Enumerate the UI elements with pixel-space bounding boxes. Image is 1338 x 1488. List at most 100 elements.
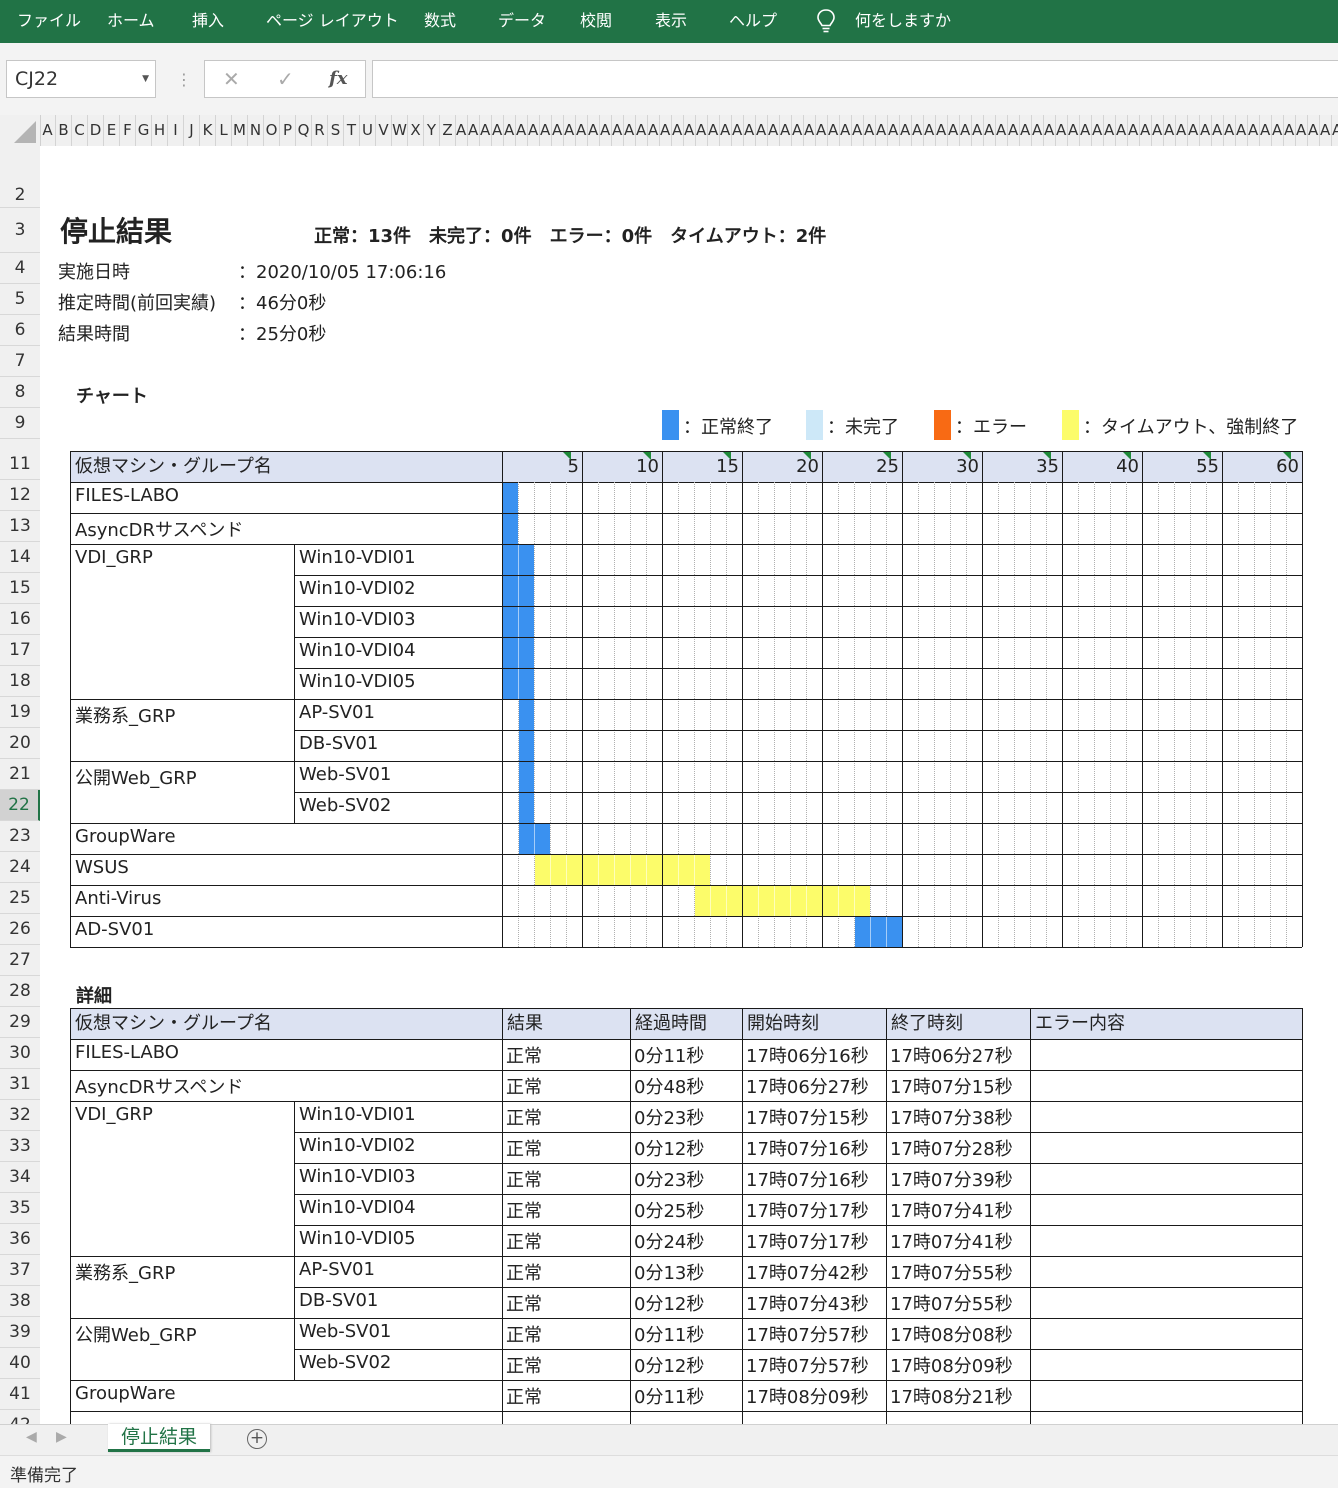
column-header-cell[interactable]: Y [424,115,440,146]
column-header-cell[interactable]: AA [696,115,708,146]
column-header-cell[interactable]: AA [636,115,648,146]
column-header-cell[interactable]: AA [1032,115,1044,146]
row-header-cell[interactable]: 24 [0,852,40,883]
column-header-cell[interactable]: AA [1200,115,1212,146]
row-header-cell[interactable]: 16 [0,604,40,635]
column-header-cell[interactable]: D [88,115,104,146]
row-header-cell[interactable]: 3 [0,208,40,253]
column-header-cell[interactable]: AA [924,115,936,146]
row-header-cell[interactable]: 30 [0,1038,40,1069]
column-header-cell[interactable]: C [72,115,88,146]
column-header-cell[interactable]: AA [1176,115,1188,146]
scroll-left-icon[interactable]: ◀ [26,1429,37,1445]
formula-input[interactable] [372,60,1338,98]
column-header-cell[interactable]: E [104,115,120,146]
row-header-cell[interactable]: 36 [0,1224,40,1255]
column-header-cell[interactable]: AA [648,115,660,146]
column-header-cell[interactable]: AA [1284,115,1296,146]
column-header-cell[interactable]: AA [492,115,504,146]
column-header-cell[interactable]: AA [624,115,636,146]
row-header-cell[interactable]: 20 [0,728,40,759]
column-header-cell[interactable]: AA [612,115,624,146]
row-header-cell[interactable]: 5 [0,284,40,315]
tell-me-search[interactable]: 何をしますか [855,0,951,43]
column-header-cell[interactable]: AA [1320,115,1332,146]
row-header-cell[interactable]: 8 [0,377,40,408]
column-header-cell[interactable]: AA [588,115,600,146]
row-header-cell[interactable]: 38 [0,1286,40,1317]
column-header-cell[interactable]: K [200,115,216,146]
row-header-cell[interactable]: 22 [0,790,40,821]
column-header-cell[interactable]: AA [1104,115,1116,146]
column-header-cell[interactable]: V [376,115,392,146]
column-header-cell[interactable]: O [264,115,280,146]
column-header-cell[interactable]: AA [516,115,528,146]
row-header-cell[interactable]: 15 [0,573,40,604]
column-header-cell[interactable]: AA [1272,115,1284,146]
column-header-cell[interactable]: AA [1236,115,1248,146]
menu-help[interactable]: ヘルプ [729,0,777,43]
column-header-cell[interactable]: Z [440,115,456,146]
column-header-cell[interactable]: R [312,115,328,146]
row-header-cell[interactable]: 25 [0,883,40,914]
column-header-cell[interactable]: AA [792,115,804,146]
worksheet-grid[interactable]: 停止結果 正常：13件 未完了：0件 エラー：0件 タイムアウト：2件 実施日時… [40,146,1338,1424]
column-header-cell[interactable]: AA [804,115,816,146]
column-header-cell[interactable]: AA [948,115,960,146]
row-header-cell[interactable]: 14 [0,542,40,573]
cancel-icon[interactable]: ✕ [223,61,240,97]
column-header-cell[interactable]: AA [732,115,744,146]
menu-insert[interactable]: 挿入 [192,0,224,43]
menu-review[interactable]: 校閲 [580,0,612,43]
column-header-cell[interactable]: AA [1056,115,1068,146]
column-header-cell[interactable]: AA [1128,115,1140,146]
name-box[interactable]: CJ22 ▼ [6,60,156,98]
column-header-cell[interactable]: AA [720,115,732,146]
column-header-cell[interactable]: AA [744,115,756,146]
column-header-cell[interactable]: X [408,115,424,146]
row-header-cell[interactable]: 37 [0,1255,40,1286]
menu-data[interactable]: データ [498,0,546,43]
menu-page-layout[interactable]: ページ レイアウト [266,0,399,43]
column-header-cell[interactable]: AA [1092,115,1104,146]
row-header-cell[interactable]: 28 [0,976,40,1007]
column-header-cell[interactable]: AA [708,115,720,146]
column-header-cell[interactable]: AA [1068,115,1080,146]
column-header-cell[interactable]: AA [1248,115,1260,146]
row-header-cell[interactable]: 18 [0,666,40,697]
column-header-cell[interactable]: I [168,115,184,146]
row-header-cell[interactable]: 31 [0,1069,40,1100]
row-header-cell[interactable]: 35 [0,1193,40,1224]
add-sheet-icon[interactable]: + [247,1429,267,1449]
column-header-cell[interactable]: AA [552,115,564,146]
column-header-cell[interactable]: S [328,115,344,146]
column-header-cell[interactable]: AA [840,115,852,146]
column-header-cell[interactable]: AA [768,115,780,146]
chevron-down-icon[interactable]: ▼ [142,61,149,97]
column-header-cell[interactable]: G [136,115,152,146]
column-header-cell[interactable]: AA [1116,115,1128,146]
enter-icon[interactable]: ✓ [277,61,294,97]
row-header-cell[interactable]: 2 [0,168,40,208]
scroll-right-icon[interactable]: ▶ [56,1429,67,1445]
column-header-cell[interactable]: AA [1080,115,1092,146]
row-header-cell[interactable]: 12 [0,480,40,511]
column-header-cell[interactable]: AA [1152,115,1164,146]
column-header-cell[interactable]: AA [852,115,864,146]
column-header-cell[interactable]: AA [1020,115,1032,146]
menu-formulas[interactable]: 数式 [424,0,456,43]
column-header-cell[interactable]: M [232,115,248,146]
row-header-cell[interactable]: 13 [0,511,40,542]
column-header-cell[interactable]: AA [900,115,912,146]
column-header-cell[interactable]: Q [296,115,312,146]
column-header-cell[interactable]: AA [984,115,996,146]
column-header-cell[interactable]: T [344,115,360,146]
column-header-cell[interactable]: AA [828,115,840,146]
row-header-cell[interactable]: 7 [0,346,40,377]
column-header-cell[interactable]: AA [1164,115,1176,146]
column-header-cell[interactable]: P [280,115,296,146]
column-header-cell[interactable]: AA [660,115,672,146]
column-header-cell[interactable]: AA [912,115,924,146]
column-header-cell[interactable]: AA [888,115,900,146]
column-header-cell[interactable]: AA [600,115,612,146]
